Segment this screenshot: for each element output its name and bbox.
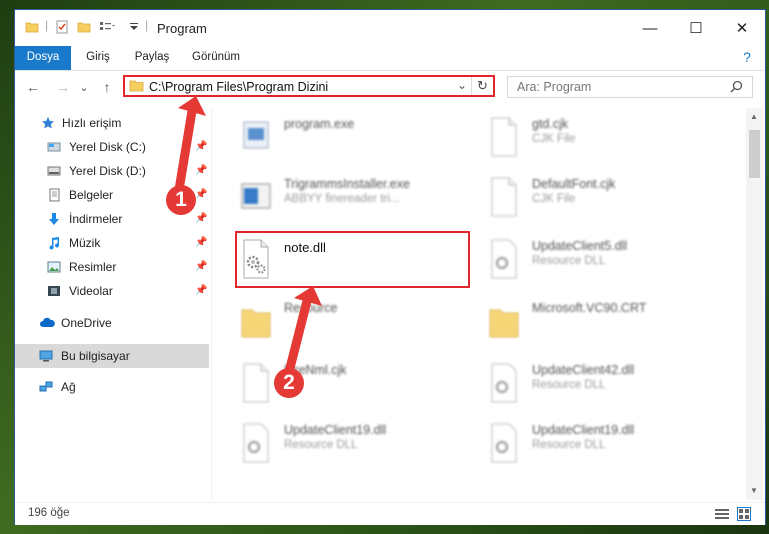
callout-step-2: 2 [274, 368, 304, 398]
annotation-arrows [173, 96, 322, 377]
callout-step-1: 1 [166, 185, 196, 215]
